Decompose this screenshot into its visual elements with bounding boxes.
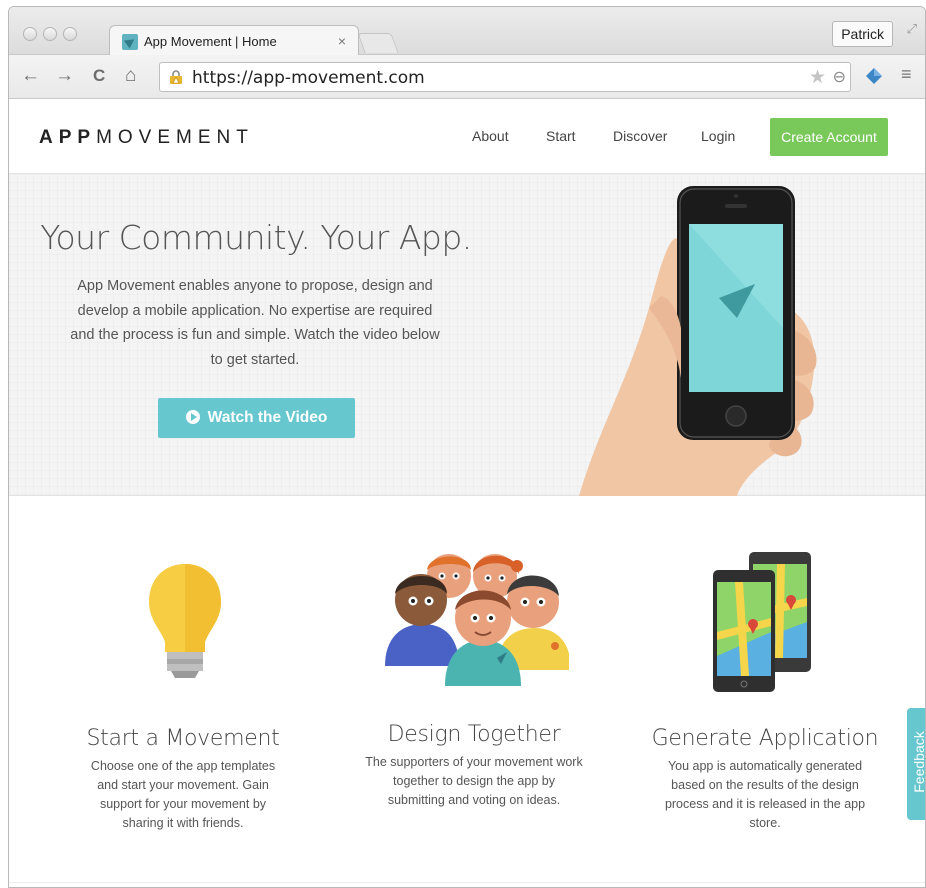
bookmark-star-icon[interactable]: ★ (809, 66, 826, 89)
nav-start[interactable]: Start (546, 128, 576, 144)
create-account-button[interactable]: Create Account (770, 118, 888, 156)
site-favicon-icon (122, 34, 138, 50)
lock-warning-icon (170, 70, 182, 84)
zoom-window-button[interactable] (63, 27, 77, 41)
chrome-menu-icon[interactable]: ≡ (901, 64, 912, 85)
phones-map-icon (713, 552, 811, 692)
web-page: APPMOVEMENT About Start Discover Login C… (9, 100, 926, 887)
hero-description: App Movement enables anyone to propose, … (70, 278, 440, 368)
hero-section: Your Community. Your App. App Movement e… (9, 174, 925, 496)
forward-icon[interactable]: → (55, 65, 74, 87)
people-group-icon (385, 554, 569, 686)
zoom-icon[interactable]: ⊖ (833, 67, 846, 87)
feature-design-together: Design Together The supporters of your m… (365, 722, 583, 810)
feedback-tab[interactable]: Feedback (907, 708, 926, 820)
reload-icon[interactable]: C (93, 65, 105, 87)
close-window-button[interactable] (23, 27, 37, 41)
feature-description: Choose one of the app templates and star… (90, 759, 276, 830)
home-icon[interactable]: ⌂ (125, 65, 136, 87)
nav-login[interactable]: Login (701, 128, 735, 144)
watch-video-label: Watch the Video (207, 409, 328, 426)
site-header: APPMOVEMENT About Start Discover Login C… (9, 100, 925, 174)
back-icon[interactable]: ← (21, 65, 40, 87)
minimize-window-button[interactable] (43, 27, 57, 41)
tab-close-icon[interactable]: × (338, 33, 346, 49)
address-bar[interactable]: https://app-movement.com ★ ⊖ (159, 62, 851, 92)
new-tab-button[interactable] (357, 33, 399, 53)
browser-toolbar: ← → C ⌂ https://app-movement.com ★ ⊖ ≡ (9, 55, 925, 99)
profile-button[interactable]: Patrick (832, 21, 893, 47)
feature-description: The supporters of your movement work tog… (365, 755, 583, 807)
nav-discover[interactable]: Discover (613, 128, 667, 144)
feature-start-movement: Start a Movement Choose one of the app t… (69, 726, 297, 833)
fullscreen-icon[interactable]: ⤢ (907, 21, 917, 37)
feedback-label: Feedback (911, 731, 926, 793)
hand-holding-phone-illustration (579, 186, 817, 496)
watch-video-button[interactable]: Watch the Video (158, 398, 355, 438)
nav-about[interactable]: About (472, 128, 509, 144)
feature-title: Design Together (387, 722, 561, 747)
feature-title: Start a Movement (86, 726, 280, 751)
browser-title-bar: App Movement | Home × Patrick ⤢ (9, 7, 925, 56)
hero-title: Your Community. Your App. (40, 218, 472, 257)
feature-title: Generate Application (651, 726, 879, 751)
browser-tab[interactable]: App Movement | Home × (109, 25, 359, 56)
tab-title: App Movement | Home (144, 34, 277, 49)
features-section: Start a Movement Choose one of the app t… (9, 496, 925, 887)
feature-generate-application: Generate Application You app is automati… (645, 726, 885, 833)
browser-window: App Movement | Home × Patrick ⤢ ← → C ⌂ … (8, 6, 926, 888)
section-divider (9, 882, 925, 883)
window-controls (23, 27, 77, 41)
play-icon (185, 410, 200, 424)
url-text: https://app-movement.com (192, 68, 425, 88)
feature-description: You app is automatically generated based… (664, 759, 866, 830)
site-logo[interactable]: APPMOVEMENT (39, 127, 254, 149)
lightbulb-icon (149, 564, 221, 678)
extension-icon[interactable] (865, 67, 883, 85)
